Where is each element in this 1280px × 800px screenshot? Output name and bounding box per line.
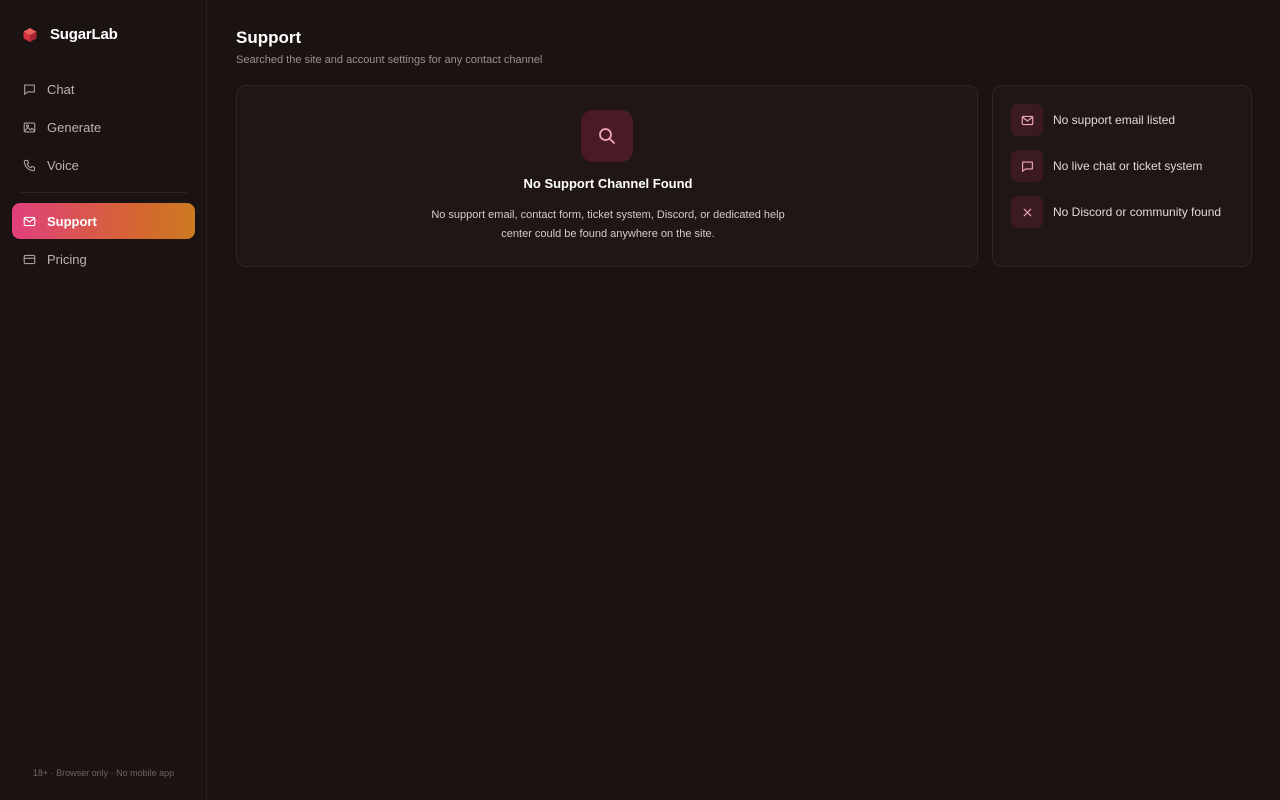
sidebar-item-label: Support bbox=[47, 213, 97, 229]
mail-icon bbox=[23, 216, 36, 226]
sidebar-item-label: Pricing bbox=[47, 251, 87, 267]
status-item-chat: No live chat or ticket system bbox=[1011, 150, 1221, 182]
sidebar-item-label: Generate bbox=[47, 119, 102, 135]
sidebar-item-voice[interactable]: Voice bbox=[12, 147, 195, 183]
empty-state-description: No support email, contact form, ticket s… bbox=[431, 209, 785, 240]
status-list: No support email listed No live chat or … bbox=[1011, 104, 1221, 242]
sidebar-item-chat[interactable]: Chat bbox=[12, 71, 195, 107]
empty-state-title: No Support Channel Found bbox=[523, 176, 693, 191]
channel-status-card: No support email listed No live chat or … bbox=[992, 85, 1252, 267]
phone-icon bbox=[23, 159, 36, 171]
status-icon-badge bbox=[1011, 150, 1043, 182]
brand-name: SugarLab bbox=[50, 26, 118, 43]
empty-state-card: No Support Channel Found No support emai… bbox=[236, 85, 978, 267]
sidebar-item-label: Chat bbox=[47, 81, 75, 97]
sidebar: SugarLab Chat Generate Voice Support Pri… bbox=[0, 0, 207, 800]
brand[interactable]: SugarLab bbox=[22, 26, 118, 43]
sidebar-item-generate[interactable]: Generate bbox=[12, 109, 195, 145]
sidebar-item-support[interactable]: Support bbox=[12, 203, 195, 239]
status-item-discord: No Discord or community found bbox=[1011, 196, 1221, 228]
sidebar-item-label: Voice bbox=[47, 157, 79, 173]
search-icon bbox=[599, 128, 615, 144]
status-item-label: No support email listed bbox=[1053, 113, 1176, 127]
status-item-label: No Discord or community found bbox=[1053, 205, 1222, 219]
page-title: Support bbox=[236, 28, 302, 47]
sidebar-footer-note: 18+ · Browser only · No mobile app bbox=[32, 768, 175, 778]
status-icon-badge bbox=[1011, 196, 1043, 228]
mail-icon bbox=[1021, 115, 1033, 125]
sidebar-item-pricing[interactable]: Pricing bbox=[12, 241, 195, 277]
chat-icon bbox=[24, 83, 35, 95]
image-icon bbox=[23, 121, 36, 133]
cube-logo-icon bbox=[23, 27, 37, 42]
status-item-label: No live chat or ticket system bbox=[1053, 159, 1203, 173]
status-icon-badge bbox=[1011, 104, 1043, 136]
app-root: SugarLab Chat Generate Voice Support Pri… bbox=[0, 0, 1280, 800]
search-badge bbox=[581, 110, 633, 162]
credit-card-icon bbox=[23, 254, 36, 264]
nav-divider bbox=[20, 192, 187, 193]
close-icon bbox=[1023, 208, 1031, 216]
status-item-email: No support email listed bbox=[1011, 104, 1221, 136]
page-subtitle: Searched the site and account settings f… bbox=[236, 54, 543, 66]
main-content: Support Searched the site and account se… bbox=[207, 0, 1280, 800]
chat-icon bbox=[1021, 160, 1033, 172]
sidebar-nav: Chat Generate Voice Support Pricing bbox=[12, 71, 195, 279]
